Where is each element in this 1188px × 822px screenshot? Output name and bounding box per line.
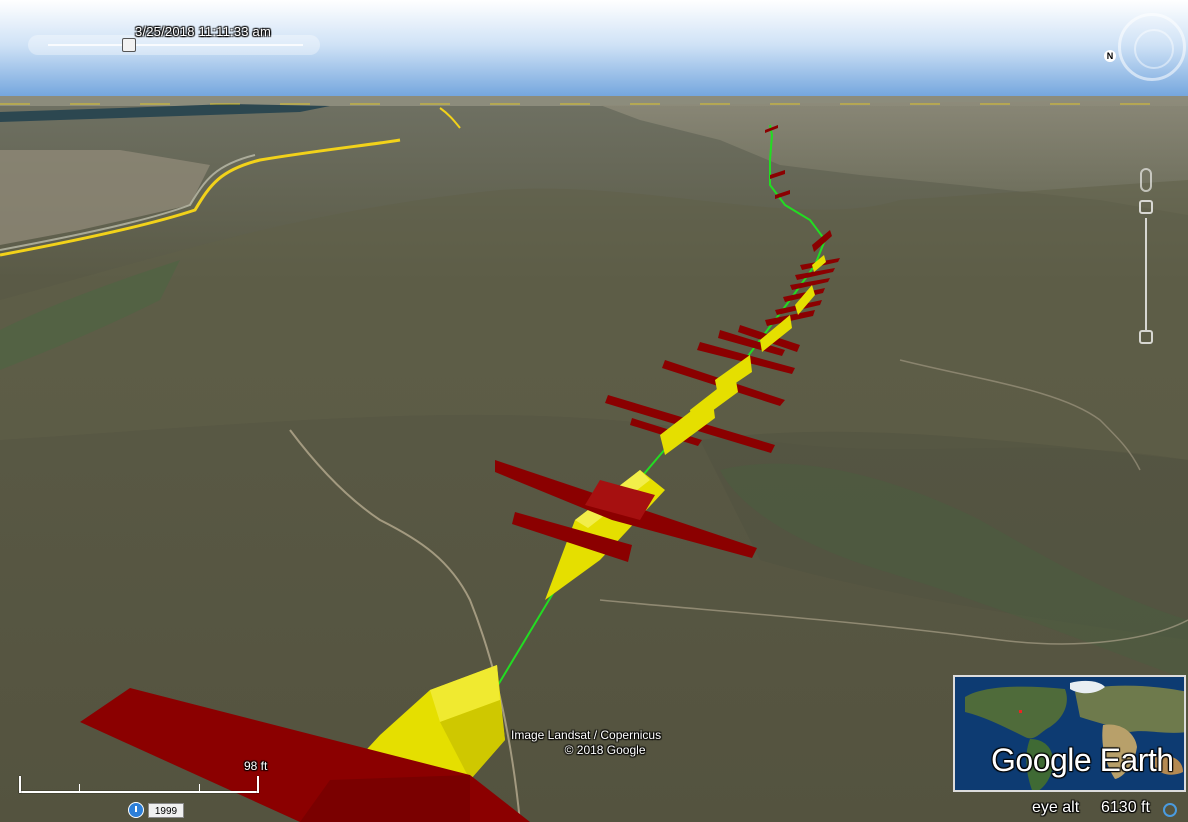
view-marker — [1019, 710, 1022, 713]
eye-alt-value: 6130 ft — [1101, 799, 1150, 816]
timestamp-label: 3/25/2018 11:11:33 am — [135, 24, 271, 39]
scale-label: 98 ft — [244, 759, 268, 773]
imagery-date[interactable]: 1999 — [148, 803, 184, 818]
eye-alt-label: eye alt — [1032, 799, 1080, 816]
time-slider-thumb[interactable] — [122, 38, 136, 52]
status-ring-icon — [1163, 803, 1177, 817]
historical-imagery-clock-icon[interactable] — [128, 802, 144, 818]
scale-tick — [199, 784, 200, 792]
compass-ring[interactable] — [1134, 29, 1174, 69]
zoom-track[interactable] — [1145, 218, 1147, 330]
attribution-line-2: © 2018 Google — [564, 743, 646, 757]
scale-bar — [19, 772, 259, 796]
zoom-out-icon[interactable] — [1139, 330, 1153, 344]
imagery-attribution: Image Landsat / Copernicus © 2018 Google — [511, 728, 661, 758]
time-slider-track[interactable] — [48, 44, 303, 46]
compass-icon[interactable] — [1118, 13, 1186, 81]
look-joystick-icon[interactable] — [1140, 168, 1152, 192]
scale-line — [19, 791, 259, 793]
zoom-slider-icon[interactable] — [1137, 200, 1155, 348]
north-indicator[interactable]: N — [1104, 50, 1116, 62]
scale-tick — [257, 776, 259, 793]
clock-hand — [135, 806, 137, 812]
zoom-in-icon[interactable] — [1139, 200, 1153, 214]
scale-tick — [19, 776, 21, 793]
scale-tick — [79, 784, 80, 792]
attribution-line-1: Image Landsat / Copernicus — [511, 728, 662, 742]
google-earth-logo: Google Earth — [991, 742, 1174, 778]
